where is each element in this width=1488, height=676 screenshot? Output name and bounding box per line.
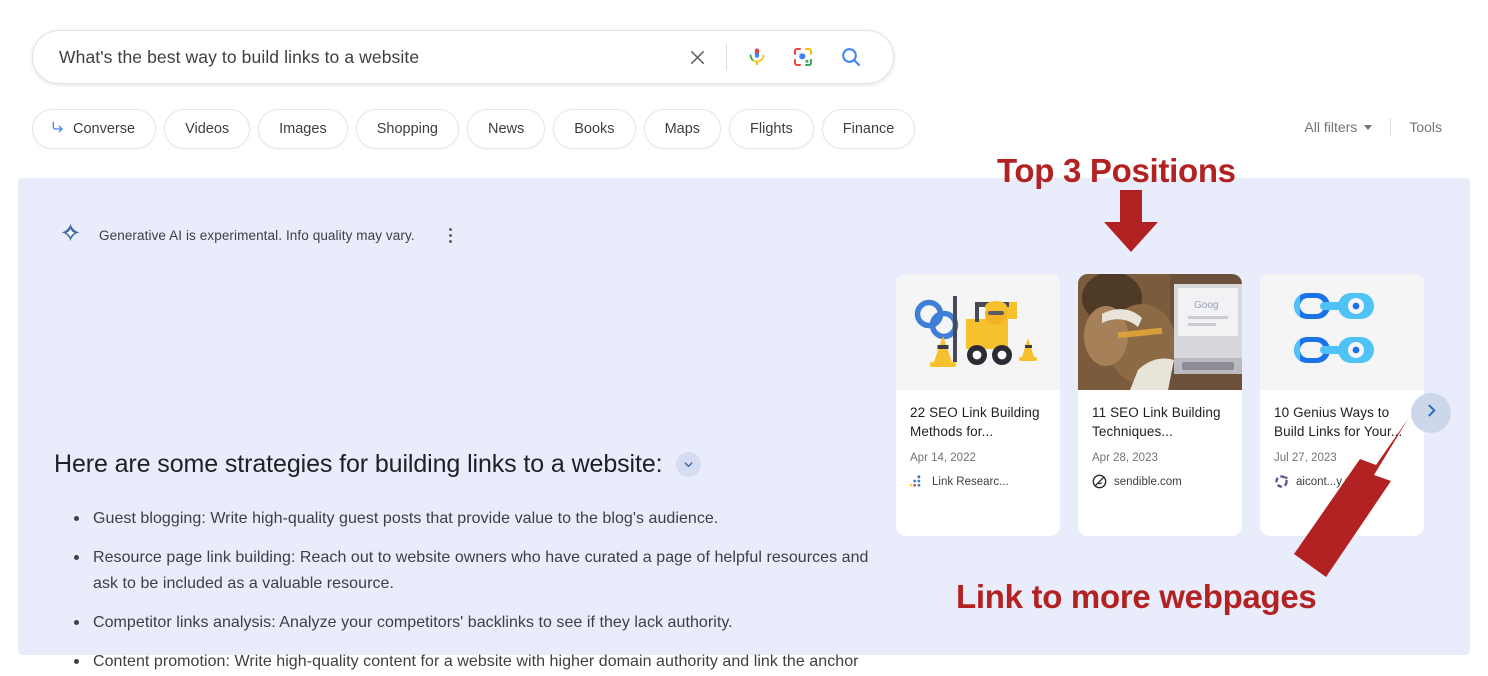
card-thumbnail bbox=[896, 274, 1060, 390]
card-body: 11 SEO Link Building Techniques... Apr 2… bbox=[1078, 390, 1242, 536]
source-card[interactable]: Goog 11 SEO Link Building Techniques... … bbox=[1078, 274, 1242, 536]
chip-images[interactable]: Images bbox=[258, 109, 348, 149]
list-item-text: Guest blogging: Write high-quality guest… bbox=[93, 506, 718, 532]
card-source-label: Link Researc... bbox=[932, 476, 1009, 488]
search-divider bbox=[726, 44, 727, 70]
chip-books[interactable]: Books bbox=[553, 109, 635, 149]
more-options-icon[interactable] bbox=[449, 228, 452, 243]
search-icon[interactable] bbox=[831, 37, 871, 77]
list-item: Content promotion: Write high-quality co… bbox=[74, 649, 892, 676]
chip-maps[interactable]: Maps bbox=[644, 109, 721, 149]
carousel-next-button[interactable] bbox=[1411, 393, 1451, 433]
page-title: Here are some strategies for building li… bbox=[54, 450, 663, 479]
toolbar-divider bbox=[1390, 118, 1391, 136]
card-date: Apr 28, 2023 bbox=[1092, 452, 1228, 464]
chip-finance[interactable]: Finance bbox=[822, 109, 916, 149]
aicontentfy-icon bbox=[1274, 474, 1289, 489]
bullet-dot-icon bbox=[74, 620, 79, 625]
ai-sparkle-icon bbox=[58, 220, 83, 250]
card-date: Apr 14, 2022 bbox=[910, 452, 1046, 464]
svg-text:Goog: Goog bbox=[1194, 300, 1218, 311]
arrow-down-icon bbox=[1098, 190, 1164, 257]
card-thumbnail bbox=[1260, 274, 1424, 390]
microphone-icon[interactable] bbox=[737, 37, 777, 77]
search-input[interactable]: What's the best way to build links to a … bbox=[59, 47, 678, 68]
list-item: Competitor links analysis: Analyze your … bbox=[74, 610, 892, 636]
ai-heading-row: Here are some strategies for building li… bbox=[54, 450, 701, 479]
chip-converse[interactable]: Converse bbox=[32, 109, 156, 149]
card-source: Link Researc... bbox=[910, 474, 1046, 489]
ai-disclaimer-row: Generative AI is experimental. Info qual… bbox=[58, 220, 452, 250]
list-item: Guest blogging: Write high-quality guest… bbox=[74, 506, 892, 532]
list-item: Resource page link building: Reach out t… bbox=[74, 545, 892, 597]
card-thumbnail: Goog bbox=[1078, 274, 1242, 390]
search-results-page: What's the best way to build links to a … bbox=[0, 0, 1488, 676]
arrow-up-icon bbox=[1290, 415, 1420, 585]
search-bar[interactable]: What's the best way to build links to a … bbox=[32, 30, 894, 84]
chip-label: Books bbox=[574, 121, 614, 137]
list-item-text: Resource page link building: Reach out t… bbox=[93, 545, 892, 597]
all-filters-label: All filters bbox=[1304, 119, 1357, 135]
google-lens-icon[interactable] bbox=[783, 37, 823, 77]
chip-news[interactable]: News bbox=[467, 109, 545, 149]
chip-label: Flights bbox=[750, 121, 793, 137]
tools-button[interactable]: Tools bbox=[1409, 119, 1442, 135]
results-toolbar: All filters Tools bbox=[1304, 118, 1442, 136]
chevron-down-icon bbox=[1364, 125, 1372, 130]
chevron-right-icon bbox=[1423, 402, 1440, 424]
ai-disclaimer-text: Generative AI is experimental. Info qual… bbox=[99, 228, 415, 243]
card-title: 11 SEO Link Building Techniques... bbox=[1092, 403, 1228, 441]
bullet-dot-icon bbox=[74, 516, 79, 521]
link-research-dots-icon bbox=[910, 474, 925, 489]
card-source: sendible.com bbox=[1092, 474, 1228, 489]
annotation-bottom-label: Link to more webpages bbox=[956, 578, 1316, 616]
chip-flights[interactable]: Flights bbox=[729, 109, 814, 149]
filter-chips: Converse Videos Images Shopping News Boo… bbox=[32, 109, 915, 149]
list-item-text: Content promotion: Write high-quality co… bbox=[93, 649, 892, 676]
chip-label: Finance bbox=[843, 121, 895, 137]
bullet-dot-icon bbox=[74, 555, 79, 560]
chip-label: Maps bbox=[665, 121, 700, 137]
chip-label: Shopping bbox=[377, 121, 438, 137]
chip-shopping[interactable]: Shopping bbox=[356, 109, 459, 149]
all-filters-button[interactable]: All filters bbox=[1304, 119, 1372, 135]
source-card[interactable]: 22 SEO Link Building Methods for... Apr … bbox=[896, 274, 1060, 536]
converse-arrow-icon bbox=[50, 119, 66, 139]
chip-label: Images bbox=[279, 121, 327, 137]
search-bar-icons bbox=[678, 37, 871, 77]
chevron-down-icon[interactable] bbox=[676, 452, 701, 477]
card-source-label: sendible.com bbox=[1114, 476, 1182, 488]
bullet-dot-icon bbox=[74, 659, 79, 664]
sendible-icon bbox=[1092, 474, 1107, 489]
annotation-top-label: Top 3 Positions bbox=[997, 152, 1236, 190]
ai-bullet-list: Guest blogging: Write high-quality guest… bbox=[74, 506, 892, 676]
card-body: 22 SEO Link Building Methods for... Apr … bbox=[896, 390, 1060, 536]
chip-videos[interactable]: Videos bbox=[164, 109, 250, 149]
chip-label: Converse bbox=[73, 121, 135, 137]
card-title: 22 SEO Link Building Methods for... bbox=[910, 403, 1046, 441]
list-item-text: Competitor links analysis: Analyze your … bbox=[93, 610, 733, 636]
close-icon[interactable] bbox=[678, 38, 716, 76]
chip-label: News bbox=[488, 121, 524, 137]
chip-label: Videos bbox=[185, 121, 229, 137]
